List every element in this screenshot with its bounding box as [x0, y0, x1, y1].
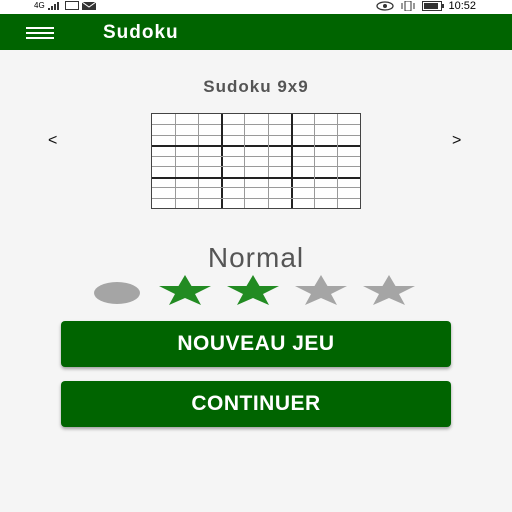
grid-line-vertical	[198, 114, 200, 208]
signal-icon	[47, 1, 59, 10]
new-game-button[interactable]: NOUVEAU JEU	[61, 321, 451, 367]
app-bar: Sudoku	[0, 14, 512, 50]
status-time: 10:52	[448, 0, 476, 12]
sudoku-grid-preview[interactable]	[151, 113, 361, 209]
grid-line-horizontal	[152, 166, 360, 168]
status-left: 4G	[34, 1, 96, 10]
difficulty-selector	[94, 274, 424, 310]
grid-line-horizontal	[152, 187, 360, 189]
grid-line-horizontal	[152, 124, 360, 126]
grid-line-horizontal	[152, 134, 360, 136]
eye-icon	[376, 1, 395, 11]
grid-line-vertical	[267, 114, 269, 208]
vpn-icon	[64, 1, 79, 10]
puzzle-title: Sudoku 9x9	[203, 77, 309, 96]
grid-line-horizontal	[152, 145, 360, 148]
hamburger-menu-icon[interactable]	[26, 27, 54, 39]
continue-button[interactable]: CONTINUER	[61, 381, 451, 427]
difficulty-label: Normal	[207, 242, 305, 273]
difficulty-star-2[interactable]	[224, 274, 282, 306]
star-shape	[363, 275, 415, 305]
app-title: Sudoku	[103, 22, 179, 43]
mail-icon	[81, 1, 96, 10]
next-puzzle-button[interactable]: >	[452, 132, 461, 150]
star-shape	[227, 275, 279, 305]
difficulty-dot[interactable]	[94, 282, 140, 304]
vibrate-icon	[401, 1, 415, 11]
status-right: 10:52	[376, 0, 476, 12]
previous-puzzle-button[interactable]: <	[48, 132, 57, 150]
difficulty-star-4[interactable]	[360, 274, 418, 306]
network-type: 4G	[34, 1, 45, 10]
grid-line-vertical	[175, 114, 177, 208]
grid-line-horizontal	[152, 176, 360, 179]
grid-line-horizontal	[152, 155, 360, 157]
star-shape	[295, 275, 347, 305]
grid-line-vertical	[336, 114, 338, 208]
difficulty-star-1[interactable]	[156, 274, 214, 306]
grid-line-vertical	[244, 114, 246, 208]
difficulty-star-3[interactable]	[292, 274, 350, 306]
grid-line-vertical	[290, 114, 293, 208]
battery-icon	[422, 1, 445, 11]
grid-line-vertical	[313, 114, 315, 208]
grid-line-horizontal	[152, 197, 360, 199]
grid-line-vertical	[221, 114, 224, 208]
star-shape	[159, 275, 211, 305]
status-bar: 4G 10:52	[0, 0, 512, 14]
